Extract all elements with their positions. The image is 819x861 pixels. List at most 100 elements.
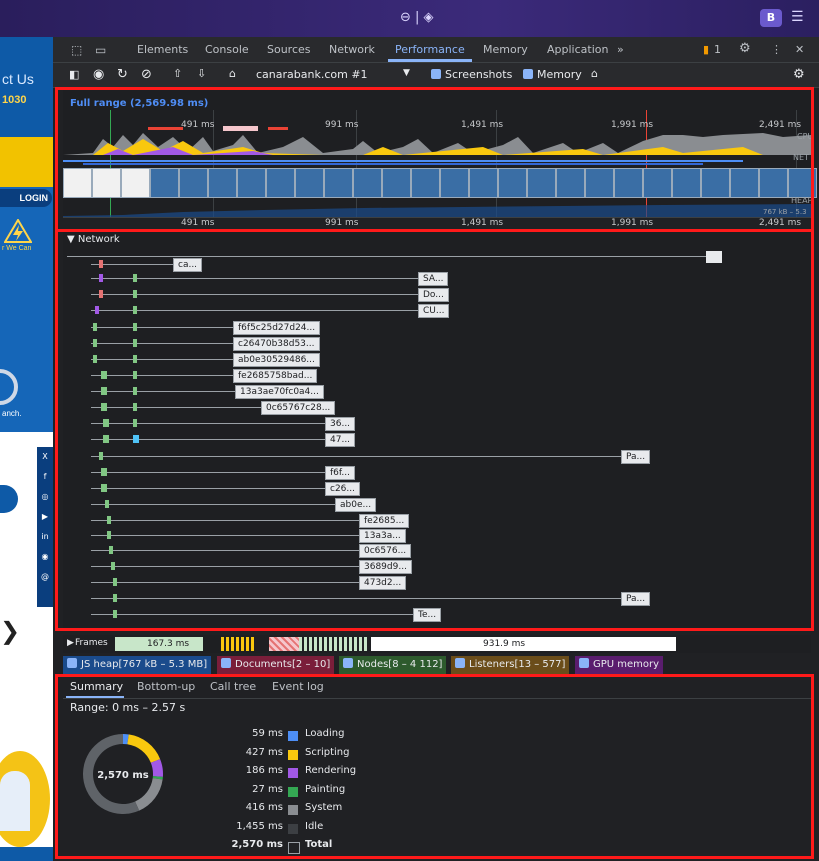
- screenshot-thumbnail[interactable]: [121, 168, 150, 198]
- screenshot-thumbnail[interactable]: [92, 168, 121, 198]
- network-request-label[interactable]: c26470b38d53...: [233, 337, 320, 351]
- network-request-label[interactable]: ab0e...: [335, 498, 377, 512]
- screenshot-thumbnail[interactable]: [237, 168, 266, 198]
- carousel-next-icon[interactable]: ❯: [0, 617, 20, 645]
- network-request-bar[interactable]: [101, 403, 107, 411]
- network-request-label[interactable]: ab0e30529486...: [233, 353, 320, 367]
- network-request-label[interactable]: f6f...: [325, 466, 355, 480]
- screenshot-thumbnail[interactable]: [440, 168, 469, 198]
- download-icon[interactable]: ⇩: [197, 67, 206, 80]
- tab-network[interactable]: Network: [329, 43, 375, 56]
- network-request-label[interactable]: Do...: [418, 288, 449, 302]
- network-request-bar[interactable]: [133, 323, 137, 331]
- more-options-icon[interactable]: ⋮: [771, 43, 782, 56]
- memory-counter-toggle[interactable]: Documents[2 – 10]: [217, 656, 335, 674]
- network-request-bar[interactable]: [113, 610, 117, 618]
- network-request-label[interactable]: CU...: [418, 304, 450, 318]
- screenshot-thumbnail[interactable]: [469, 168, 498, 198]
- login-button[interactable]: LOGIN: [0, 189, 52, 207]
- network-request-bar[interactable]: [99, 260, 103, 268]
- network-request-bar[interactable]: [133, 355, 137, 363]
- network-request-label[interactable]: 13a3a...: [359, 529, 406, 543]
- network-request-label[interactable]: 473d2...: [359, 576, 407, 590]
- screenshot-thumbnail[interactable]: [208, 168, 237, 198]
- screenshot-thumbnail[interactable]: [498, 168, 527, 198]
- tab-summary[interactable]: Summary: [70, 680, 123, 693]
- network-request-bar[interactable]: [133, 274, 137, 282]
- network-request-bar[interactable]: [101, 484, 107, 492]
- network-request-label[interactable]: fe2685...: [359, 514, 410, 528]
- network-request-bar[interactable]: [105, 500, 109, 508]
- inspect-element-icon[interactable]: ⬚: [71, 43, 82, 57]
- record-icon[interactable]: ◉: [93, 67, 104, 82]
- network-request-label[interactable]: Te...: [413, 608, 442, 622]
- screenshots-checkbox[interactable]: Screenshots: [431, 68, 512, 81]
- network-request-label[interactable]: 13a3ae70fc0a4...: [235, 385, 324, 399]
- issues-badge-icon[interactable]: ▮: [703, 43, 709, 56]
- network-request-bar[interactable]: [113, 578, 117, 586]
- network-request-bar[interactable]: [133, 387, 137, 395]
- profile-dropdown-icon[interactable]: ▼: [403, 68, 410, 78]
- screenshot-thumbnail[interactable]: [295, 168, 324, 198]
- network-request-bar[interactable]: [113, 594, 117, 602]
- tab-sources[interactable]: Sources: [267, 43, 311, 56]
- network-request-bar[interactable]: [107, 531, 111, 539]
- linkedin-icon[interactable]: in: [37, 527, 53, 547]
- instagram-icon[interactable]: ◎: [37, 487, 53, 507]
- network-request-bar[interactable]: [103, 435, 109, 443]
- address-icons[interactable]: ⊖ | ◈: [400, 10, 434, 25]
- close-icon[interactable]: ✕: [795, 43, 804, 56]
- network-request-bar[interactable]: [101, 371, 107, 379]
- pinterest-icon[interactable]: ◉: [37, 547, 53, 567]
- network-request-bar[interactable]: [133, 371, 137, 379]
- network-request-label[interactable]: 47...: [325, 433, 356, 447]
- memory-counter-toggle[interactable]: JS heap[767 kB – 5.3 MB]: [63, 656, 212, 674]
- network-request-label[interactable]: fe2685758bad...: [233, 369, 318, 383]
- youtube-icon[interactable]: ▶: [37, 507, 53, 527]
- memory-counter-toggle[interactable]: Listeners[13 – 577]: [451, 656, 570, 674]
- tab-console[interactable]: Console: [205, 43, 249, 56]
- screenshot-thumbnail[interactable]: [643, 168, 672, 198]
- tab-event-log[interactable]: Event log: [272, 680, 324, 693]
- memory-checkbox[interactable]: Memory: [523, 68, 582, 81]
- garbage-collect-icon[interactable]: ⌂: [591, 67, 598, 80]
- frames-track[interactable]: ▶ Frames 167.3 ms 931.9 ms: [63, 635, 811, 653]
- network-request-label[interactable]: SA...: [418, 272, 449, 286]
- settings-icon[interactable]: ⚙: [739, 41, 751, 56]
- screenshot-thumbnail[interactable]: [150, 168, 179, 198]
- network-request-bar[interactable]: [99, 452, 103, 460]
- network-request-label[interactable]: ca...: [173, 258, 203, 272]
- network-track-header[interactable]: ▼ Network: [67, 234, 120, 245]
- screenshot-thumbnail[interactable]: [788, 168, 817, 198]
- network-request-bar[interactable]: [109, 546, 113, 554]
- screenshots-strip[interactable]: [63, 168, 817, 198]
- network-request-label[interactable]: 0c65767c28...: [261, 401, 336, 415]
- network-request-label[interactable]: f6f5c25d27d24...: [233, 321, 321, 335]
- issues-count[interactable]: 1: [714, 43, 721, 56]
- tab-application[interactable]: Application: [547, 43, 608, 56]
- screenshot-thumbnail[interactable]: [411, 168, 440, 198]
- network-request-bar[interactable]: [93, 323, 97, 331]
- screenshot-thumbnail[interactable]: [730, 168, 759, 198]
- facebook-icon[interactable]: f: [37, 467, 53, 487]
- site-pill-button[interactable]: [0, 485, 18, 513]
- network-request-bar[interactable]: [133, 306, 137, 314]
- tab-call-tree[interactable]: Call tree: [210, 680, 256, 693]
- clear-icon[interactable]: ⊘: [141, 67, 152, 82]
- screenshot-thumbnail[interactable]: [614, 168, 643, 198]
- more-tabs-icon[interactable]: »: [617, 43, 624, 56]
- screenshot-thumbnail[interactable]: [266, 168, 295, 198]
- home-icon[interactable]: ⌂: [229, 67, 236, 80]
- screenshot-thumbnail[interactable]: [556, 168, 585, 198]
- screenshot-thumbnail[interactable]: [179, 168, 208, 198]
- screenshot-thumbnail[interactable]: [759, 168, 788, 198]
- network-request-label[interactable]: 36...: [325, 417, 356, 431]
- screenshot-thumbnail[interactable]: [353, 168, 382, 198]
- network-request-bar[interactable]: [95, 306, 99, 314]
- network-request-label[interactable]: 0c6576...: [359, 544, 412, 558]
- screenshot-thumbnail[interactable]: [382, 168, 411, 198]
- network-request-bar[interactable]: [133, 435, 139, 443]
- menu-icon[interactable]: ☰: [791, 9, 804, 25]
- screenshot-thumbnail[interactable]: [701, 168, 730, 198]
- network-request-label[interactable]: c26...: [325, 482, 360, 496]
